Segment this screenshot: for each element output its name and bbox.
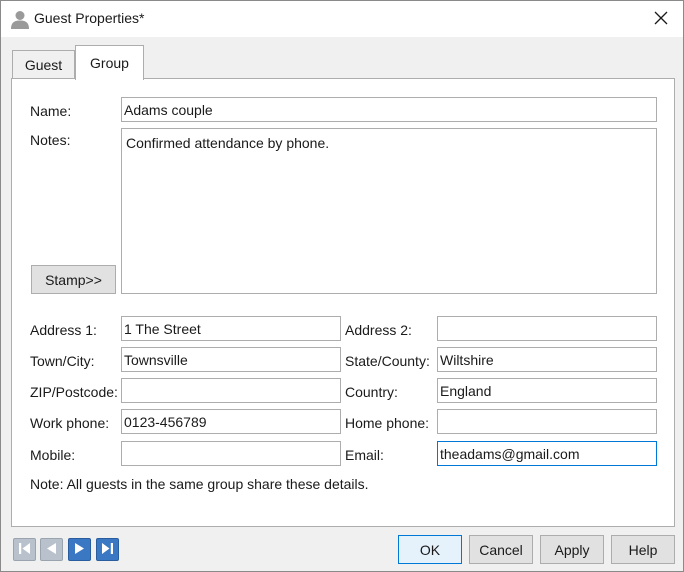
- state-label: State/County:: [345, 353, 430, 369]
- next-record-button[interactable]: [68, 538, 91, 561]
- email-field[interactable]: [437, 441, 657, 466]
- title-bar: Guest Properties*: [1, 1, 683, 37]
- window-title: Guest Properties*: [34, 10, 145, 26]
- tab-guest[interactable]: Guest: [12, 50, 75, 78]
- zip-label: ZIP/Postcode:: [30, 384, 118, 400]
- home-phone-label: Home phone:: [345, 415, 430, 431]
- stamp-button[interactable]: Stamp>>: [31, 265, 116, 294]
- help-button[interactable]: Help: [611, 535, 675, 564]
- previous-icon: [45, 542, 58, 558]
- name-label: Name:: [30, 103, 72, 119]
- address2-field[interactable]: [437, 316, 657, 341]
- notes-field[interactable]: Confirmed attendance by phone.: [121, 128, 657, 294]
- ok-button[interactable]: OK: [398, 535, 462, 564]
- tab-group[interactable]: Group: [75, 45, 144, 80]
- town-label: Town/City:: [30, 353, 95, 369]
- previous-record-button[interactable]: [40, 538, 63, 561]
- last-icon: [101, 542, 114, 558]
- work-phone-label: Work phone:: [30, 415, 110, 431]
- email-label: Email:: [345, 447, 384, 463]
- address1-field[interactable]: [121, 316, 341, 341]
- zip-field[interactable]: [121, 378, 341, 403]
- home-phone-field[interactable]: [437, 409, 657, 434]
- first-record-button[interactable]: [13, 538, 36, 561]
- group-tab-panel: Name: Notes: Confirmed attendance by pho…: [11, 78, 675, 527]
- mobile-field[interactable]: [121, 441, 341, 466]
- mobile-label: Mobile:: [30, 447, 76, 463]
- guest-properties-window: Guest Properties* Guest Group Name: Note…: [0, 0, 684, 572]
- notes-label: Notes:: [30, 132, 71, 148]
- apply-button[interactable]: Apply: [540, 535, 604, 564]
- close-icon: [654, 11, 668, 28]
- town-field[interactable]: [121, 347, 341, 372]
- country-field[interactable]: [437, 378, 657, 403]
- cancel-button[interactable]: Cancel: [469, 535, 533, 564]
- name-field[interactable]: [121, 97, 657, 122]
- country-label: Country:: [345, 384, 398, 400]
- last-record-button[interactable]: [96, 538, 119, 561]
- next-icon: [73, 542, 86, 558]
- work-phone-field[interactable]: [121, 409, 341, 434]
- state-field[interactable]: [437, 347, 657, 372]
- group-note: Note: All guests in the same group share…: [30, 476, 369, 492]
- user-icon: [10, 9, 30, 29]
- address1-label: Address 1:: [30, 322, 97, 338]
- first-icon: [18, 542, 31, 558]
- address2-label: Address 2:: [345, 322, 412, 338]
- close-button[interactable]: [639, 1, 683, 37]
